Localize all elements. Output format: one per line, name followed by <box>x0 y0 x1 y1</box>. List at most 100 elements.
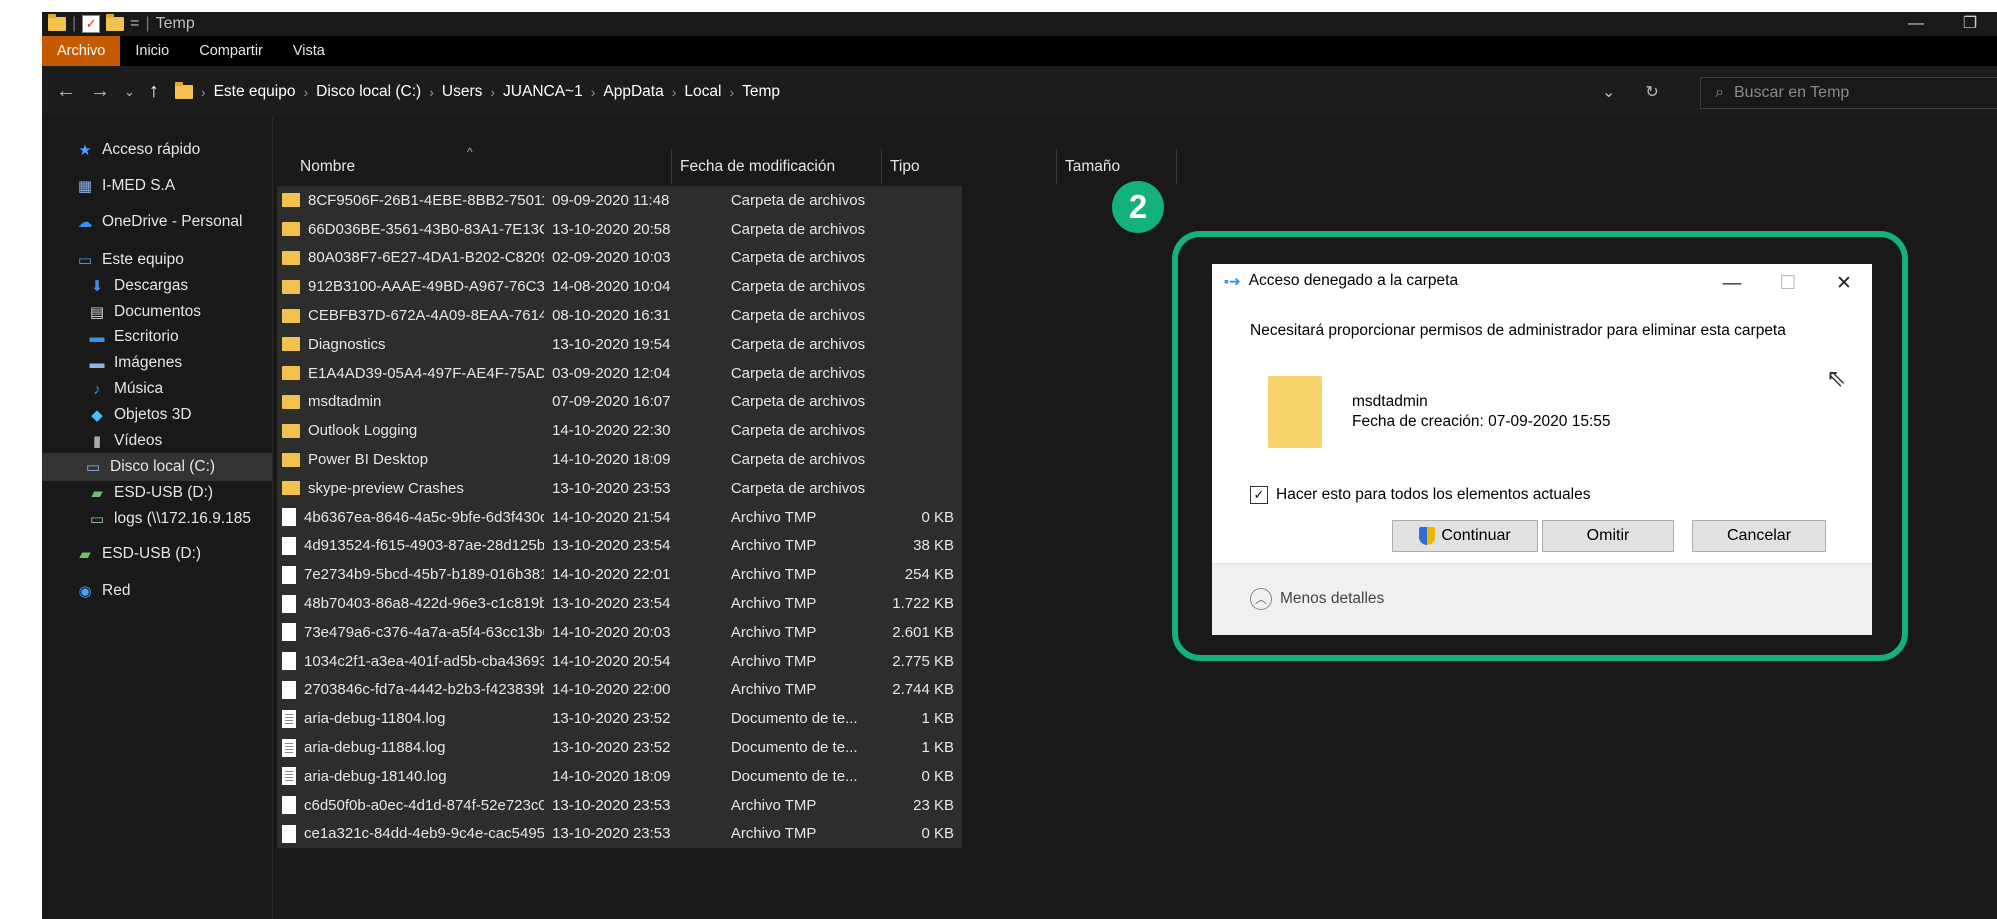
file-row[interactable]: 73e479a6-c376-4a7a-a5f4-63cc13b65229....… <box>277 618 962 647</box>
network-icon: ◉ <box>78 583 92 600</box>
sidebar-item-imagenes[interactable]: ▬ Imágenes <box>88 349 183 377</box>
file-name: CEBFB37D-672A-4A09-8EAA-7614D9C7C... <box>308 307 545 325</box>
chevron-up-icon: ︿ <box>1250 588 1272 610</box>
file-row[interactable]: ce1a321c-84dd-4eb9-9c4e-cac54957834f....… <box>277 820 962 849</box>
back-arrow-icon[interactable]: ← <box>56 80 76 103</box>
file-row[interactable]: Diagnostics 13-10-2020 19:54 Carpeta de ar… <box>277 330 962 359</box>
tab-compartir[interactable]: Compartir <box>184 36 278 66</box>
history-dropdown-icon[interactable]: ⌄ <box>1602 82 1615 102</box>
file-row[interactable]: CEBFB37D-672A-4A09-8EAA-7614D9C7C... 08-1… <box>277 301 962 330</box>
sidebar-item-escritorio[interactable]: ▬ Escritorio <box>88 323 179 351</box>
sidebar-item-logs[interactable]: ▭ logs (\\172.16.9.185 <box>88 505 251 533</box>
crumb-appdata[interactable]: AppData <box>603 83 663 101</box>
minimize-icon[interactable]: — <box>1704 264 1760 304</box>
chevron-right-icon[interactable]: › <box>591 84 596 100</box>
title-bar: | ✓ = | Temp — ❐ <box>42 12 1997 36</box>
column-header-nombre[interactable]: Nombre ^ <box>292 145 672 184</box>
sidebar-item-objetos-3d[interactable]: ◆ Objetos 3D <box>88 401 191 429</box>
forward-arrow-icon[interactable]: → <box>90 80 110 103</box>
checkbox-checked-icon[interactable]: ✓ <box>1250 486 1268 504</box>
file-row[interactable]: c6d50f0b-a0ec-4d1d-874f-52e723c03cfb....… <box>277 791 962 820</box>
crumb-este-equipo[interactable]: Este equipo <box>214 83 296 101</box>
file-row[interactable]: aria-debug-11804.log 13-10-2020 23:52 Docu… <box>277 704 962 733</box>
apply-all-checkbox[interactable]: ✓ Hacer esto para todos los elementos ac… <box>1250 486 1590 504</box>
minimize-icon[interactable]: — <box>1889 12 1943 36</box>
sidebar-item-red[interactable]: ◉ Red <box>76 577 130 605</box>
skip-button[interactable]: Omitir <box>1542 520 1674 552</box>
drive-icon: ▭ <box>85 459 101 476</box>
customize-toolbar-arrow[interactable]: = <box>130 15 139 33</box>
file-date: 13-10-2020 23:53 <box>552 825 671 843</box>
file-date: 03-09-2020 12:04 <box>552 364 671 382</box>
chevron-right-icon[interactable]: › <box>303 84 308 100</box>
refresh-icon[interactable]: ↻ <box>1645 82 1658 102</box>
file-name: 2703846c-fd7a-4442-b2b3-f423839b5f45.t..… <box>304 681 544 699</box>
new-folder-icon[interactable] <box>106 14 125 31</box>
file-row[interactable]: 4d913524-f615-4903-87ae-28d125bc5533....… <box>277 532 962 561</box>
file-row[interactable]: 80A038F7-6E27-4DA1-B202-C820979B9115 02-0… <box>277 244 962 273</box>
continue-button[interactable]: Continuar <box>1392 520 1538 552</box>
file-row[interactable]: aria-debug-11884.log 13-10-2020 23:52 Docu… <box>277 733 962 762</box>
file-row[interactable]: 48b70403-86a8-422d-96e3-c1c819b5e91e... 1… <box>277 589 962 618</box>
file-date: 13-10-2020 23:54 <box>552 537 671 555</box>
file-name: 48b70403-86a8-422d-96e3-c1c819b5e91e... <box>304 595 545 613</box>
folder-move-icon: ▪➜ <box>1224 272 1241 289</box>
file-row[interactable]: 4b6367ea-8646-4a5c-9bfe-6d3f430d9e3b....… <box>277 503 962 532</box>
sidebar-item-este-equipo[interactable]: ▭ Este equipo <box>76 246 184 274</box>
file-type: Archivo TMP <box>730 566 817 584</box>
recent-dropdown-icon[interactable]: ⌄ <box>124 84 135 100</box>
cloud-icon: ☁ <box>77 214 93 231</box>
chevron-right-icon[interactable]: › <box>672 84 677 100</box>
crumb-temp[interactable]: Temp <box>742 83 780 101</box>
cancel-button[interactable]: Cancelar <box>1692 520 1826 552</box>
sidebar-item-esd-usb-2[interactable]: ▰ ESD-USB (D:) <box>76 540 201 568</box>
file-row[interactable]: Outlook Logging 14-10-2020 22:30 Carpeta d… <box>277 416 962 445</box>
chevron-right-icon[interactable]: › <box>429 84 434 100</box>
file-row[interactable]: 1034c2f1-a3ea-401f-ad5b-cba43693f50e.t..… <box>277 647 962 676</box>
sidebar-item-onedrive[interactable]: ☁ OneDrive - Personal <box>76 208 243 236</box>
folder-icon <box>282 337 300 352</box>
column-header-fecha[interactable]: Fecha de modificación <box>672 149 882 184</box>
tab-inicio[interactable]: Inicio <box>120 36 184 66</box>
file-row[interactable]: 8CF9506F-26B1-4EBE-8BB2-7501186FAC91 09-0… <box>277 186 962 215</box>
properties-check-icon[interactable]: ✓ <box>82 15 101 33</box>
column-header-tipo[interactable]: Tipo <box>882 149 1057 184</box>
sidebar-item-esd-usb[interactable]: ▰ ESD-USB (D:) <box>88 479 213 507</box>
up-arrow-icon[interactable]: ↑ <box>149 80 159 103</box>
file-icon <box>282 623 296 642</box>
search-box[interactable]: ⌕ Buscar en Temp <box>1700 77 1997 109</box>
chevron-right-icon[interactable]: › <box>201 84 206 100</box>
file-row[interactable]: E1A4AD39-05A4-497F-AE4F-75ADE4071A... 03-… <box>277 359 962 388</box>
less-details-toggle[interactable]: ︿ Menos detalles <box>1250 588 1384 610</box>
download-icon: ⬇ <box>90 278 104 295</box>
file-type: Archivo TMP <box>730 681 817 699</box>
crumb-local[interactable]: Local <box>684 83 721 101</box>
tab-vista[interactable]: Vista <box>278 36 340 66</box>
close-icon[interactable]: ✕ <box>1816 264 1872 304</box>
sidebar-item-imed[interactable]: ▦ I-MED S.A <box>76 172 175 200</box>
crumb-juanca[interactable]: JUANCA~1 <box>503 83 583 101</box>
file-row[interactable]: 912B3100-AAAE-49BD-A967-76C3585C5... 14-0… <box>277 272 962 301</box>
crumb-users[interactable]: Users <box>442 83 482 101</box>
file-row[interactable]: msdtadmin 07-09-2020 16:07 Carpeta de arch… <box>277 388 962 417</box>
sidebar-item-videos[interactable]: ▮ Vídeos <box>88 427 162 455</box>
file-row[interactable]: 2703846c-fd7a-4442-b2b3-f423839b5f45.t..… <box>277 676 962 705</box>
column-header-tamano[interactable]: Tamaño <box>1057 149 1177 184</box>
sidebar-item-label: OneDrive - Personal <box>102 213 243 230</box>
chevron-right-icon[interactable]: › <box>729 84 734 100</box>
crumb-disco-local[interactable]: Disco local (C:) <box>316 83 421 101</box>
file-row[interactable]: 7e2734b9-5bcd-45b7-b189-016b381c7c4... 14… <box>277 560 962 589</box>
sidebar-item-disco-local[interactable]: ▭ Disco local (C:) <box>42 453 272 481</box>
restore-icon[interactable]: ❐ <box>1943 12 1997 36</box>
sidebar-item-descargas[interactable]: ⬇ Descargas <box>88 272 188 300</box>
chevron-right-icon[interactable]: › <box>490 84 495 100</box>
file-row[interactable]: 66D036BE-3561-43B0-83A1-7E13C60EBB4C 13-1… <box>277 215 962 244</box>
sidebar-item-musica[interactable]: ♪ Música <box>88 375 163 403</box>
file-row[interactable]: Power BI Desktop 14-10-2020 18:09 Carpeta … <box>277 445 962 474</box>
sidebar-item-documentos[interactable]: ▤ Documentos <box>88 298 201 326</box>
file-type: Carpeta de archivos <box>730 220 866 238</box>
sidebar-item-acceso-rapido[interactable]: ★ Acceso rápido <box>76 136 200 164</box>
file-row[interactable]: aria-debug-18140.log 14-10-2020 18:09 Docu… <box>277 762 962 791</box>
tab-archivo[interactable]: Archivo <box>42 36 121 66</box>
file-row[interactable]: skype-preview Crashes 13-10-2020 23:53 Car… <box>277 474 962 503</box>
